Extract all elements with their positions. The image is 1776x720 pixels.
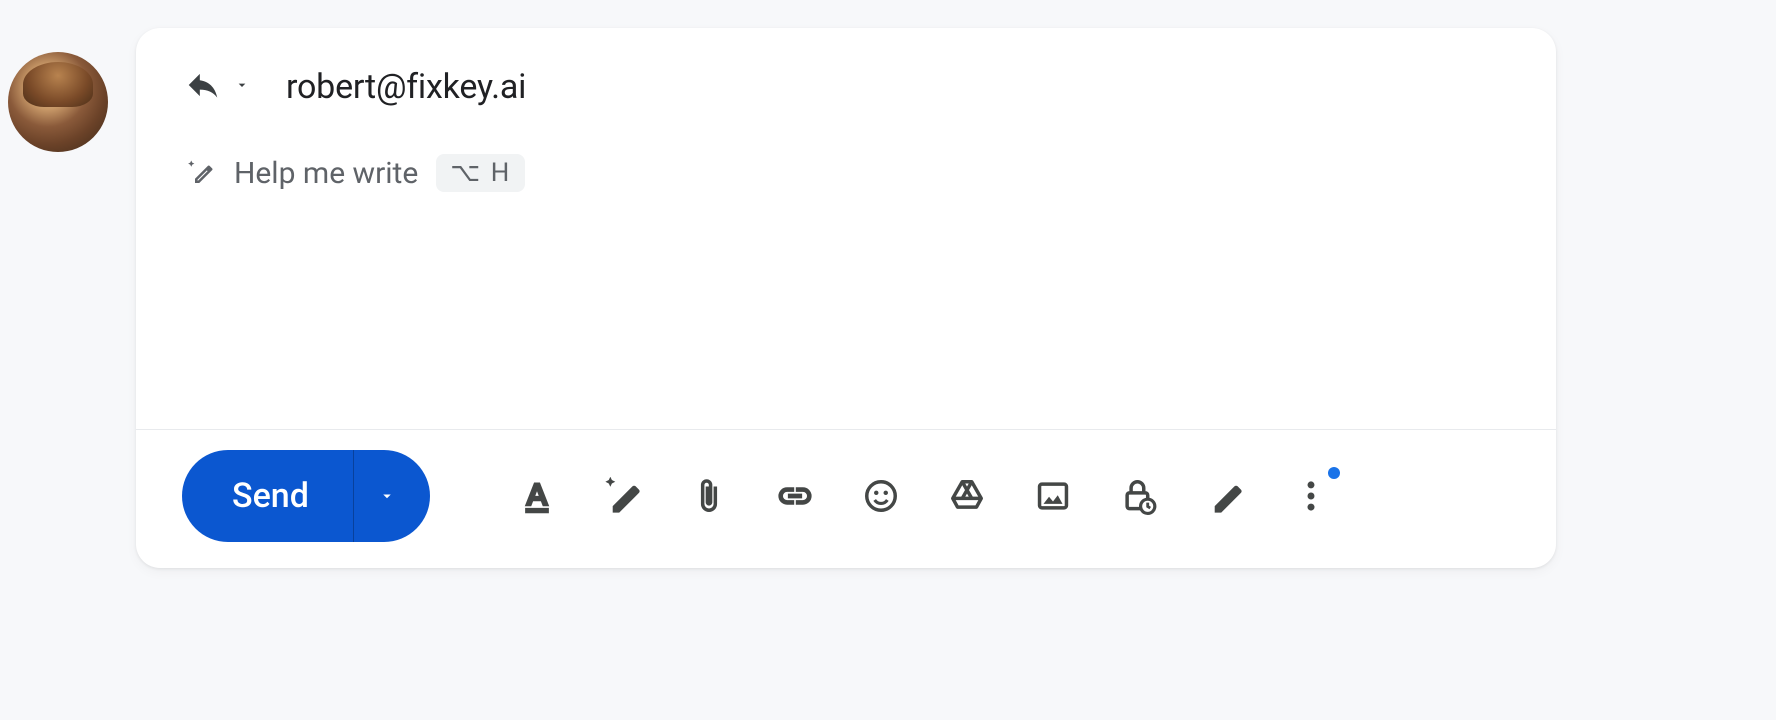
help-me-write-label: Help me write <box>234 156 418 191</box>
ai-write-button[interactable] <box>600 473 646 519</box>
insert-link-button[interactable] <box>772 473 818 519</box>
attach-file-button[interactable] <box>686 473 732 519</box>
reply-type-selector[interactable] <box>184 66 250 108</box>
help-me-write-shortcut: ⌥ H <box>436 154 525 192</box>
insert-emoji-button[interactable] <box>858 473 904 519</box>
emoji-icon <box>862 477 900 515</box>
formatting-options-button[interactable] <box>514 473 560 519</box>
image-icon <box>1034 477 1072 515</box>
sparkle-pencil-icon <box>184 157 216 189</box>
insert-signature-button[interactable] <box>1202 473 1248 519</box>
notification-dot <box>1328 467 1340 479</box>
recipient-row: robert@fixkey.ai <box>136 28 1556 128</box>
lock-clock-icon <box>1120 477 1158 515</box>
send-split-button: Send <box>182 450 430 542</box>
send-more-options-button[interactable] <box>354 450 430 542</box>
paperclip-icon <box>690 477 728 515</box>
compose-toolbar: Send <box>136 429 1556 568</box>
sender-avatar <box>8 52 108 152</box>
help-me-write-row[interactable]: Help me write ⌥ H <box>136 128 1556 192</box>
confidential-mode-button[interactable] <box>1116 473 1162 519</box>
more-vert-icon <box>1292 477 1330 515</box>
insert-drive-button[interactable] <box>944 473 990 519</box>
drive-icon <box>948 477 986 515</box>
ai-pencil-icon <box>604 477 642 515</box>
compose-body[interactable] <box>136 192 1556 429</box>
insert-image-button[interactable] <box>1030 473 1076 519</box>
compose-reply-panel: robert@fixkey.ai Help me write ⌥ H Send <box>0 28 1776 568</box>
link-icon <box>776 477 814 515</box>
format-text-icon <box>518 477 556 515</box>
more-options-button[interactable] <box>1288 473 1334 519</box>
reply-arrow-icon <box>184 66 222 108</box>
send-button[interactable]: Send <box>182 450 353 542</box>
caret-down-icon <box>378 487 396 505</box>
recipient-email[interactable]: robert@fixkey.ai <box>286 67 526 107</box>
compose-card: robert@fixkey.ai Help me write ⌥ H Send <box>136 28 1556 568</box>
pen-icon <box>1206 477 1244 515</box>
caret-down-icon <box>234 77 250 97</box>
